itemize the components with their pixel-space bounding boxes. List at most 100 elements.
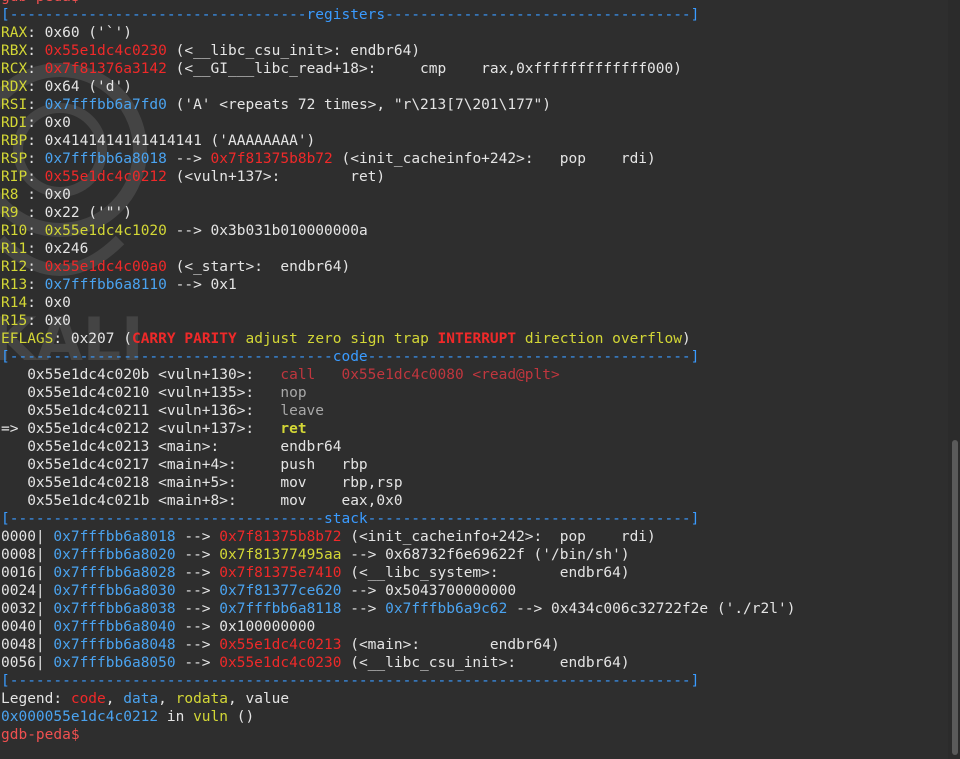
terminal-line: EFLAGS: 0x207 (CARRY PARITY adjust zero … (1, 330, 795, 348)
terminal-text: 0x7fffbb6a8028 (53, 565, 176, 581)
terminal-line: RSP: 0x7fffbb6a8018 --> 0x7f81375b8b72 (… (1, 150, 795, 168)
terminal-line: R9 : 0x22 ('"') (1, 204, 795, 222)
terminal-line: [-------------------------------------co… (1, 348, 795, 366)
terminal-line: [---------------------------------------… (1, 672, 795, 690)
terminal-text: R9 (1, 205, 28, 221)
terminal-text: 0x7fffbb6a8018 (53, 529, 176, 545)
terminal-text: R11 (1, 241, 28, 257)
terminal-text: 0x7fffbb6a8030 (53, 583, 176, 599)
terminal-text: (<__libc_csu_init>: endbr64) (166, 43, 421, 59)
terminal-line: R12: 0x55e1dc4c00a0 (<_start>: endbr64) (1, 258, 795, 276)
terminal-line: [------------------------------------sta… (1, 510, 795, 528)
terminal-text: --> 0x434c006c32722f2e ('./r2l') (507, 601, 796, 617)
terminal-line: R14: 0x0 (1, 294, 795, 312)
terminal-line: RAX: 0x60 ('`') (1, 24, 795, 42)
terminal-text: : 0x0 (27, 295, 71, 311)
terminal-text: --> 0x5043700000000 (341, 583, 517, 599)
scrollbar-track[interactable] (948, 0, 960, 759)
terminal-text: 0x7f81375b8b72 (210, 151, 333, 167)
terminal-line: RDX: 0x64 ('d') (1, 78, 795, 96)
terminal-text: 0x55e1dc4c0230 (219, 655, 342, 671)
terminal-text: RBX (1, 43, 28, 59)
terminal-text: (<main>: endbr64) (341, 637, 560, 653)
terminal-text: data (123, 691, 159, 707)
scrollbar-thumb[interactable] (952, 440, 958, 755)
terminal-text: (<_start>: endbr64) (166, 259, 351, 275)
terminal-text: : (27, 97, 45, 113)
terminal-text: : (27, 277, 45, 293)
terminal-text: 0x7fffbb6a8020 (53, 547, 176, 563)
terminal-text: : (27, 151, 45, 167)
terminal-output: gdb-peda$ [------------------------------… (1, 0, 795, 744)
terminal-line: 0x55e1dc4c020b <vuln+130>: call 0x55e1dc… (1, 366, 795, 384)
terminal-text: R8 (1, 187, 28, 203)
terminal-text: [-------------------------------------co… (1, 349, 700, 365)
terminal-text: in (158, 709, 194, 725)
terminal-text: : (27, 223, 45, 239)
terminal-text: CARRY (131, 331, 176, 347)
terminal-text: Legend: (1, 691, 71, 707)
terminal-text: gdb-peda$ (1, 727, 80, 743)
terminal-line: Legend: code, data, rodata, value (1, 690, 795, 708)
terminal-text: 0x55e1dc4c0218 <main+5>: mov rbp,rsp (1, 475, 403, 491)
terminal-line: 0x55e1dc4c0218 <main+5>: mov rbp,rsp (1, 474, 795, 492)
terminal-line: 0016| 0x7fffbb6a8028 --> 0x7f81375e7410 … (1, 564, 795, 582)
terminal-text: : (27, 259, 45, 275)
terminal-line: RSI: 0x7fffbb6a7fd0 ('A' <repeats 72 tim… (1, 96, 795, 114)
terminal-text: 0x55e1dc4c021b <main+8>: mov eax,0x0 (1, 493, 403, 509)
terminal-text: 0x7fffbb6a9c62 (385, 601, 508, 617)
terminal-text: RSP (1, 151, 28, 167)
terminal-text: ) (682, 331, 691, 347)
terminal-text: 0024| (1, 583, 54, 599)
terminal-text: RDX (1, 79, 28, 95)
terminal-text: , (158, 691, 176, 707)
terminal-text: --> (175, 547, 220, 563)
terminal-line: RCX: 0x7f81376a3142 (<__GI___libc_read+1… (1, 60, 795, 78)
terminal-text: 0x55e1dc4c0213 <main>: endbr64 (1, 439, 342, 455)
terminal-line: => 0x55e1dc4c0212 <vuln+137>: ret (1, 420, 795, 438)
terminal-window[interactable]: KALI gdb-peda$[-------------------------… (0, 0, 948, 759)
terminal-text: vuln (193, 709, 228, 725)
terminal-text: : 0x0 (27, 187, 71, 203)
terminal-line: 0000| 0x7fffbb6a8018 --> 0x7f81375b8b72 … (1, 528, 795, 546)
terminal-text: RIP (1, 169, 28, 185)
terminal-text: 0x55e1dc4c0213 (219, 637, 342, 653)
terminal-text: 0056| (1, 655, 54, 671)
terminal-text: RBP (1, 133, 28, 149)
terminal-line: R15: 0x0 (1, 312, 795, 330)
terminal-text: --> (175, 637, 220, 653)
terminal-text: 0x7f81377495aa (219, 547, 342, 563)
terminal-text: 0x7fffbb6a8110 (44, 277, 167, 293)
terminal-text: nop (280, 385, 307, 401)
terminal-text: --> (175, 601, 220, 617)
terminal-text: : (27, 43, 45, 59)
terminal-text: --> (175, 655, 220, 671)
terminal-text: 0x55e1dc4c0217 <main+4>: push rbp (1, 457, 368, 473)
terminal-line: RBX: 0x55e1dc4c0230 (<__libc_csu_init>: … (1, 42, 795, 60)
terminal-text: 0x7f81375b8b72 (219, 529, 342, 545)
terminal-text: 0x7fffbb6a7fd0 (44, 97, 167, 113)
terminal-text: gdb-peda$ (1, 0, 80, 5)
terminal-text: ret (280, 421, 307, 437)
terminal-text: --> 0x3b031b010000000a (166, 223, 368, 239)
terminal-text: --> 0x68732f6e69622f ('/bin/sh') (341, 547, 630, 563)
terminal-text: : 0x22 ('"') (27, 205, 132, 221)
terminal-line: 0x55e1dc4c0210 <vuln+135>: nop (1, 384, 795, 402)
terminal-text: 0x7fffbb6a8038 (53, 601, 176, 617)
terminal-text: 0x55e1dc4c0230 (44, 43, 167, 59)
terminal-line: R13: 0x7fffbb6a8110 --> 0x1 (1, 276, 795, 294)
terminal-text: RCX (1, 61, 28, 77)
terminal-line: 0040| 0x7fffbb6a8040 --> 0x100000000 (1, 618, 795, 636)
terminal-text: () (227, 709, 255, 725)
terminal-text: 0x7fffbb6a8048 (53, 637, 176, 653)
terminal-line: 0x55e1dc4c0213 <main>: endbr64 (1, 438, 795, 456)
terminal-text: --> 0x1 (166, 277, 237, 293)
terminal-text: 0x7f81377ce620 (219, 583, 342, 599)
terminal-text: (<vuln+137>: ret) (166, 169, 386, 185)
terminal-line: [----------------------------------regis… (1, 6, 795, 24)
terminal-text: --> (166, 151, 211, 167)
terminal-line: RIP: 0x55e1dc4c0212 (<vuln+137>: ret) (1, 168, 795, 186)
terminal-text: : 0x246 (27, 241, 89, 257)
terminal-line: 0x000055e1dc4c0212 in vuln () (1, 708, 795, 726)
terminal-line: R8 : 0x0 (1, 186, 795, 204)
